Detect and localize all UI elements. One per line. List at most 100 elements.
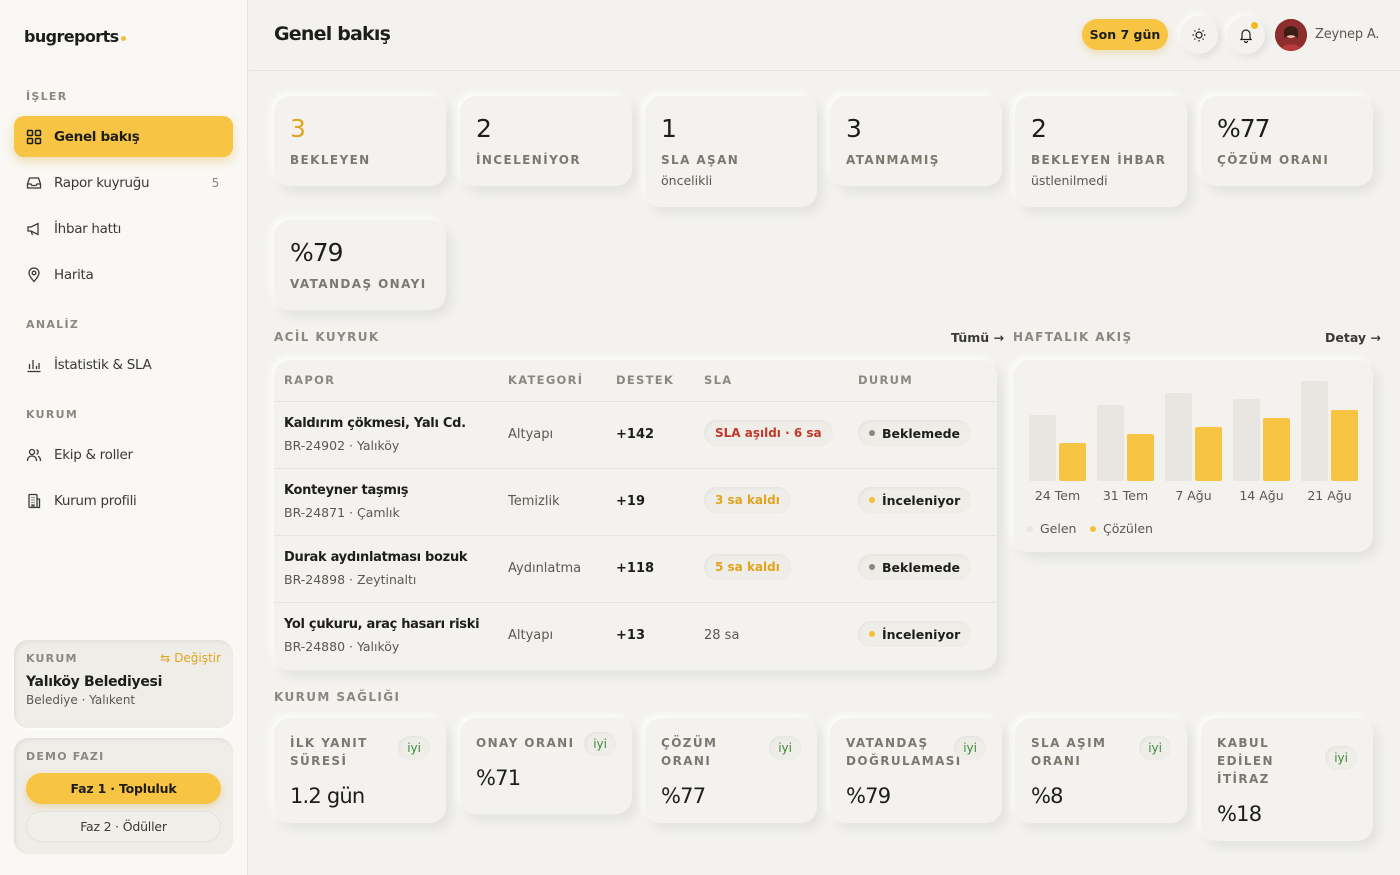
health-label: ONAY ORANI (476, 736, 575, 750)
kpi-label: SLA AŞAN (661, 153, 740, 167)
health-label: İLK YANIT SÜRESİ (290, 736, 368, 768)
sidebar-item-org-profile[interactable]: Kurum profili (14, 480, 233, 521)
kpi-resolution-rate[interactable]: %77 ÇÖZÜM ORANI (1201, 96, 1373, 186)
avatar[interactable] (1275, 19, 1307, 51)
bar-resolved[interactable] (1127, 434, 1154, 481)
health-badge: iyi (1325, 746, 1357, 770)
bar-resolved[interactable] (1195, 427, 1222, 481)
bar-resolved[interactable] (1331, 410, 1358, 481)
report-category: Altyapı (508, 628, 554, 643)
report-title: Kaldırım çökmesi, Yalı Cd. (284, 416, 466, 431)
health-label: VATANDAŞ DOĞRULAMASI (846, 736, 962, 768)
sla-badge: 5 sa kaldı (704, 554, 791, 580)
date-range-button[interactable]: Son 7 gün (1082, 19, 1168, 50)
table-row[interactable]: Konteyner taşmış BR-24871 · Çamlık Temiz… (274, 468, 997, 535)
status-dot (869, 631, 875, 637)
theme-toggle-button[interactable] (1180, 16, 1218, 54)
column-header-report[interactable]: RAPOR (284, 373, 335, 387)
inbox-icon (26, 176, 42, 189)
urgent-queue-title: ACİL KUYRUK (274, 330, 380, 344)
kpi-citizen-approval[interactable]: %79 VATANDAŞ ONAYI (274, 220, 446, 310)
sidebar-item-label: Genel bakış (54, 128, 140, 145)
sla-badge: SLA aşıldı · 6 sa (704, 420, 833, 446)
x-tick-label: 7 Ağu (1175, 488, 1211, 503)
sidebar-item-label: İstatistik & SLA (54, 356, 152, 373)
bar-incoming[interactable] (1029, 415, 1056, 481)
kpi-sla-breached[interactable]: 1 SLA AŞAN öncelikli (645, 96, 817, 207)
health-label: ÇÖZÜM ORANI (661, 736, 718, 768)
weekly-flow-title: HAFTALIK AKIŞ (1013, 330, 1133, 344)
bar-resolved[interactable] (1263, 418, 1290, 481)
health-card-citizen-verification[interactable]: VATANDAŞ DOĞRULAMASI iyi %79 (830, 718, 1002, 823)
x-tick-label: 31 Tem (1103, 488, 1148, 503)
report-id: BR-24880 · Yalıköy (284, 639, 400, 654)
view-all-link[interactable]: Tümü → (951, 330, 1004, 345)
bar-incoming[interactable] (1233, 399, 1260, 481)
sidebar-item-label: Rapor kuyruğu (54, 174, 150, 191)
megaphone-icon (27, 221, 39, 236)
sidebar-item-report-queue[interactable]: Rapor kuyruğu 5 (14, 162, 233, 203)
kpi-label: ATANMAMIŞ (846, 153, 940, 167)
kpi-pending-tips[interactable]: 2 BEKLEYEN İHBAR üstlenilmedi (1015, 96, 1187, 207)
phase-2-button[interactable]: Faz 2 · Ödüller (26, 811, 221, 842)
health-card-resolution-rate[interactable]: ÇÖZÜM ORANI iyi %77 (645, 718, 817, 823)
kpi-value: 3 (290, 114, 306, 143)
bar-chart-icon (27, 359, 41, 372)
sidebar-item-tip-line[interactable]: İhbar hattı (14, 208, 233, 249)
logo-dot (120, 36, 126, 41)
kpi-in-review[interactable]: 2 İNCELENİYOR (460, 96, 632, 186)
health-card-first-response[interactable]: İLK YANIT SÜRESİ iyi 1.2 gün (274, 718, 446, 823)
sun-icon (1192, 28, 1206, 42)
health-badge: iyi (584, 732, 616, 756)
table-row[interactable]: Yol çukuru, araç hasarı riski BR-24880 ·… (274, 602, 997, 669)
sidebar-item-team-roles[interactable]: Ekip & roller (14, 434, 233, 475)
bar-incoming[interactable] (1301, 381, 1328, 481)
kpi-label: BEKLEYEN (290, 153, 371, 167)
column-header-sla[interactable]: SLA (704, 373, 732, 387)
detail-link[interactable]: Detay → (1325, 330, 1381, 345)
report-title: Durak aydınlatması bozuk (284, 550, 468, 565)
health-value: %18 (1217, 802, 1262, 826)
sidebar-item-map[interactable]: Harita (14, 254, 233, 295)
column-header-support[interactable]: DESTEK (616, 373, 674, 387)
health-card-approval-rate[interactable]: ONAY ORANI iyi %71 (460, 718, 632, 814)
table-row[interactable]: Durak aydınlatması bozuk BR-24898 · Zeyt… (274, 535, 997, 602)
health-card-accepted-appeals[interactable]: KABUL EDİLEN İTİRAZ iyi %18 (1201, 718, 1373, 841)
report-title: Yol çukuru, araç hasarı riski (284, 617, 480, 632)
status-badge: İnceleniyor (858, 621, 972, 647)
legend-item-resolved: Çözülen (1090, 521, 1153, 536)
org-change-link[interactable]: ⇆ Değiştir (160, 651, 221, 665)
legend-dot (1090, 525, 1096, 532)
user-name[interactable]: Zeynep A. (1315, 27, 1379, 42)
status-badge: Beklemede (858, 420, 972, 446)
bar-incoming[interactable] (1165, 393, 1192, 481)
bar-resolved[interactable] (1059, 443, 1086, 481)
kpi-label: İNCELENİYOR (476, 153, 581, 167)
page-title: Genel bakış (274, 23, 391, 45)
app-logo[interactable]: bugreports (24, 27, 126, 46)
sla-badge: 3 sa kaldı (704, 487, 791, 513)
phase-1-button[interactable]: Faz 1 · Topluluk (26, 773, 221, 804)
kpi-pending[interactable]: 3 BEKLEYEN (274, 96, 446, 186)
x-tick-label: 14 Ağu (1239, 488, 1283, 503)
health-value: 1.2 gün (290, 784, 365, 808)
table-row[interactable]: Kaldırım çökmesi, Yalı Cd. BR-24902 · Ya… (274, 401, 997, 468)
sidebar-item-label: İhbar hattı (54, 220, 122, 237)
kpi-sub: üstlenilmedi (1031, 173, 1108, 188)
map-pin-icon (28, 266, 40, 282)
sidebar-item-overview[interactable]: Genel bakış (14, 116, 233, 157)
report-queue-count: 5 (211, 175, 220, 190)
health-value: %77 (661, 784, 706, 808)
weekly-chart-svg: 24 Tem 31 Tem 7 Ağu 14 Ağu 21 Ağu (1029, 381, 1358, 503)
report-support: +13 (616, 628, 645, 643)
column-header-status[interactable]: DURUM (858, 373, 913, 387)
bar-incoming[interactable] (1097, 405, 1124, 481)
health-card-sla-breach-rate[interactable]: SLA AŞIM ORANI iyi %8 (1015, 718, 1187, 823)
kpi-value: %79 (290, 238, 344, 267)
demo-phase-label: DEMO FAZI (26, 750, 105, 763)
notifications-button[interactable] (1227, 16, 1265, 54)
topbar: Genel bakış Son 7 gün Zeynep A. (249, 0, 1400, 71)
column-header-category[interactable]: KATEGORİ (508, 373, 583, 387)
sidebar-item-stats-sla[interactable]: İstatistik & SLA (14, 344, 233, 385)
kpi-unassigned[interactable]: 3 ATANMAMIŞ (830, 96, 1002, 186)
